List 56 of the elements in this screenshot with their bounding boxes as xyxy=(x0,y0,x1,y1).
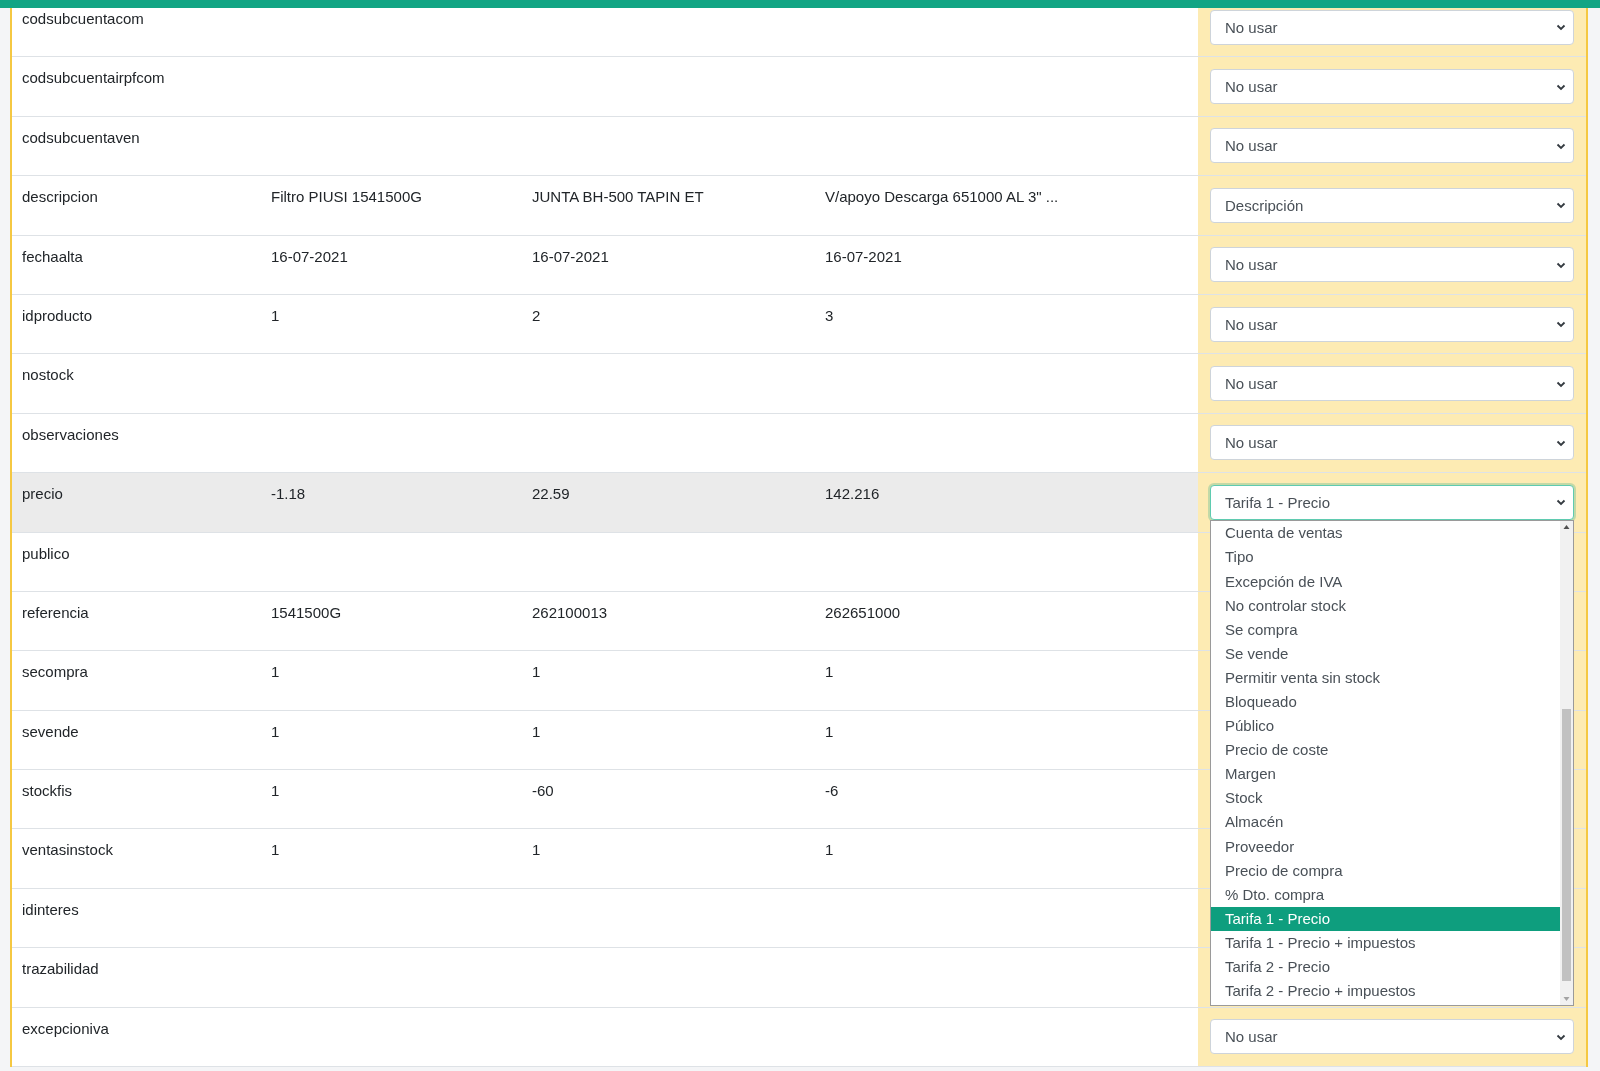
table-cell: 1 xyxy=(825,841,834,859)
table-cell: 16-07-2021 xyxy=(532,247,609,265)
field-name: fechaalta xyxy=(22,247,83,265)
table-cell: 1 xyxy=(532,663,541,681)
field-name: sevende xyxy=(22,722,79,740)
field-name: descripcion xyxy=(22,188,98,206)
table-cell: 16-07-2021 xyxy=(271,247,348,265)
table-cell: 142.216 xyxy=(825,485,880,503)
table-cell: 262651000 xyxy=(825,603,901,621)
field-name: referencia xyxy=(22,603,89,621)
select-field[interactable]: Tarifa 1 - Precio xyxy=(1210,484,1574,520)
field-name: codsubcuentacom xyxy=(22,10,144,27)
field-name: codsubcuentairpfcom xyxy=(22,69,165,87)
select-field[interactable]: No usar xyxy=(1210,9,1574,45)
table-cell: 1541500G xyxy=(271,603,342,621)
table-cell: V/apoyo Descarga 651000 AL 3" ... xyxy=(825,188,1059,206)
scrollbar[interactable] xyxy=(1560,521,1573,1006)
table-cell: 1 xyxy=(271,841,280,859)
table-cell: 2 xyxy=(532,306,541,324)
select-field[interactable]: No usar xyxy=(1210,366,1574,402)
field-name: codsubcuentaven xyxy=(22,128,140,146)
table-cell: Filtro PIUSI 1541500G xyxy=(271,188,422,206)
field-name: publico xyxy=(22,544,70,562)
field-name: secompra xyxy=(22,663,88,681)
table-cell: -6 xyxy=(825,782,839,800)
table-cell: 1 xyxy=(271,306,280,324)
select-field[interactable]: No usar xyxy=(1210,425,1574,461)
select-field[interactable]: Descripción xyxy=(1210,187,1574,223)
field-name: precio xyxy=(22,485,63,503)
table-cell: JUNTA BH-500 TAPIN ET xyxy=(532,188,704,206)
field-name: idinteres xyxy=(22,900,79,918)
select-field[interactable]: No usar xyxy=(1210,1019,1574,1055)
select-field[interactable]: No usar xyxy=(1210,306,1574,342)
table-cell: 1 xyxy=(825,722,834,740)
table-cell: 16-07-2021 xyxy=(825,247,902,265)
select-field[interactable]: No usar xyxy=(1210,128,1574,164)
table-cell: 1 xyxy=(271,663,280,681)
table-cell: -1.18 xyxy=(271,485,306,503)
select-field[interactable]: No usar xyxy=(1210,247,1574,283)
field-name: ventasinstock xyxy=(22,841,113,859)
field-name: idproducto xyxy=(22,306,93,324)
table-cell: 262100013 xyxy=(532,603,608,621)
table-cell: -60 xyxy=(532,782,554,800)
field-name: excepcioniva xyxy=(22,1019,109,1037)
table-cell: 1 xyxy=(825,663,834,681)
field-name: trazabilidad xyxy=(22,960,99,978)
table-cell: 22.59 xyxy=(532,485,570,503)
table-cell: 1 xyxy=(271,722,280,740)
select-field[interactable]: No usar xyxy=(1210,69,1574,105)
field-name: stockfis xyxy=(22,782,72,800)
table-cell: 3 xyxy=(825,306,834,324)
table-cell: 1 xyxy=(532,722,541,740)
table-cell: 1 xyxy=(271,782,280,800)
field-name: nostock xyxy=(22,366,74,384)
field-name: observaciones xyxy=(22,425,119,443)
table-cell: 1 xyxy=(532,841,541,859)
